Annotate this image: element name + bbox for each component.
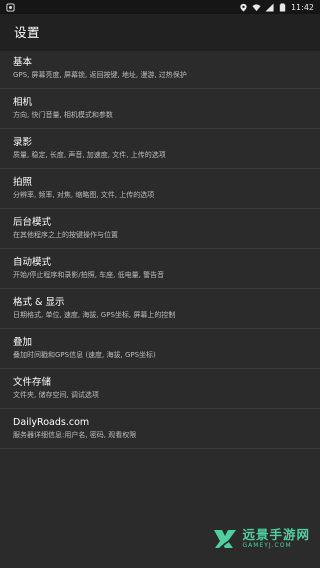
- wifi-icon: [252, 3, 261, 11]
- signal-icon: [265, 2, 274, 12]
- settings-item-title: 后台模式: [13, 217, 52, 228]
- settings-item-video[interactable]: 录影 质量, 稳定, 长度, 声音, 加速度, 文件, 上传的选项: [0, 129, 320, 169]
- watermark-logo-icon: [214, 530, 237, 551]
- page-title: 设置: [14, 25, 41, 40]
- settings-item-summary: 开始/停止程序和录影/拍照, 车座, 低电量, 警告音: [13, 271, 165, 279]
- android-app-icon: [6, 2, 15, 12]
- settings-item-title: 拍照: [13, 177, 33, 188]
- settings-item-title: 相机: [13, 97, 33, 108]
- settings-item-background-mode[interactable]: 后台模式 在其他程序之上的按键操作与位置: [0, 209, 320, 249]
- settings-item-summary: 质量, 稳定, 长度, 声音, 加速度, 文件, 上传的选项: [13, 151, 166, 159]
- settings-item-file-storage[interactable]: 文件存储 文件夹, 储存空间, 调试选项: [0, 369, 320, 409]
- settings-item-summary: 叠加时间戳和GPS信息 (速度, 海拔, GPS坐标): [13, 351, 156, 359]
- settings-item-summary: 日期格式, 单位, 速度, 海拔, GPS坐标, 屏幕上的控制: [13, 311, 176, 319]
- settings-item-auto-mode[interactable]: 自动模式 开始/停止程序和录影/拍照, 车座, 低电量, 警告音: [0, 249, 320, 289]
- toolbar: 设置: [0, 14, 320, 49]
- settings-list: 基本 GPS, 屏幕亮度, 屏幕锁, 返回按键, 地址, 漫游, 过热保护 相机…: [0, 49, 320, 449]
- watermark: 远景手游网 GAMEYJ.COM: [212, 526, 310, 552]
- settings-item-title: 文件存储: [13, 377, 52, 388]
- battery-icon: [279, 2, 286, 12]
- settings-item-summary: 服务器详细信息:用户名, 密码, 观看权限: [13, 431, 137, 439]
- settings-item-summary: GPS, 屏幕亮度, 屏幕锁, 返回按键, 地址, 漫游, 过热保护: [13, 71, 187, 79]
- status-time: 11:42: [290, 2, 314, 12]
- settings-item-summary: 文件夹, 储存空间, 调试选项: [13, 391, 99, 399]
- location-icon: [240, 3, 247, 12]
- settings-item-title: 叠加: [13, 337, 33, 348]
- watermark-text: 远景手游网 GAMEYJ.COM: [242, 528, 310, 550]
- settings-item-title: DailyRoads.com: [13, 417, 90, 428]
- watermark-main: 远景手游网: [242, 527, 310, 542]
- settings-item-format-display[interactable]: 格式 & 显示 日期格式, 单位, 速度, 海拔, GPS坐标, 屏幕上的控制: [0, 289, 320, 329]
- settings-item-title: 自动模式: [13, 257, 52, 268]
- watermark-sub: GAMEYJ.COM: [242, 542, 292, 549]
- settings-item-title: 录影: [13, 137, 33, 148]
- settings-item-title: 格式 & 显示: [13, 297, 65, 308]
- settings-item-summary: 在其他程序之上的按键操作与位置: [13, 231, 118, 239]
- status-left: [0, 2, 15, 12]
- settings-item-title: 基本: [13, 57, 33, 68]
- settings-item-basic[interactable]: 基本 GPS, 屏幕亮度, 屏幕锁, 返回按键, 地址, 漫游, 过热保护: [0, 49, 320, 89]
- settings-item-summary: 方向, 快门音量, 相机模式和参数: [13, 111, 113, 119]
- settings-item-summary: 分辨率, 频率, 对焦, 缩略图, 文件, 上传的选项: [13, 191, 155, 199]
- settings-item-camera[interactable]: 相机 方向, 快门音量, 相机模式和参数: [0, 89, 320, 129]
- settings-item-overlay[interactable]: 叠加 叠加时间戳和GPS信息 (速度, 海拔, GPS坐标): [0, 329, 320, 369]
- settings-item-dailyroads[interactable]: DailyRoads.com 服务器详细信息:用户名, 密码, 观看权限: [0, 409, 320, 449]
- settings-item-photo[interactable]: 拍照 分辨率, 频率, 对焦, 缩略图, 文件, 上传的选项: [0, 169, 320, 209]
- status-bar: 11:42: [0, 0, 320, 14]
- status-right: 11:42: [239, 3, 320, 12]
